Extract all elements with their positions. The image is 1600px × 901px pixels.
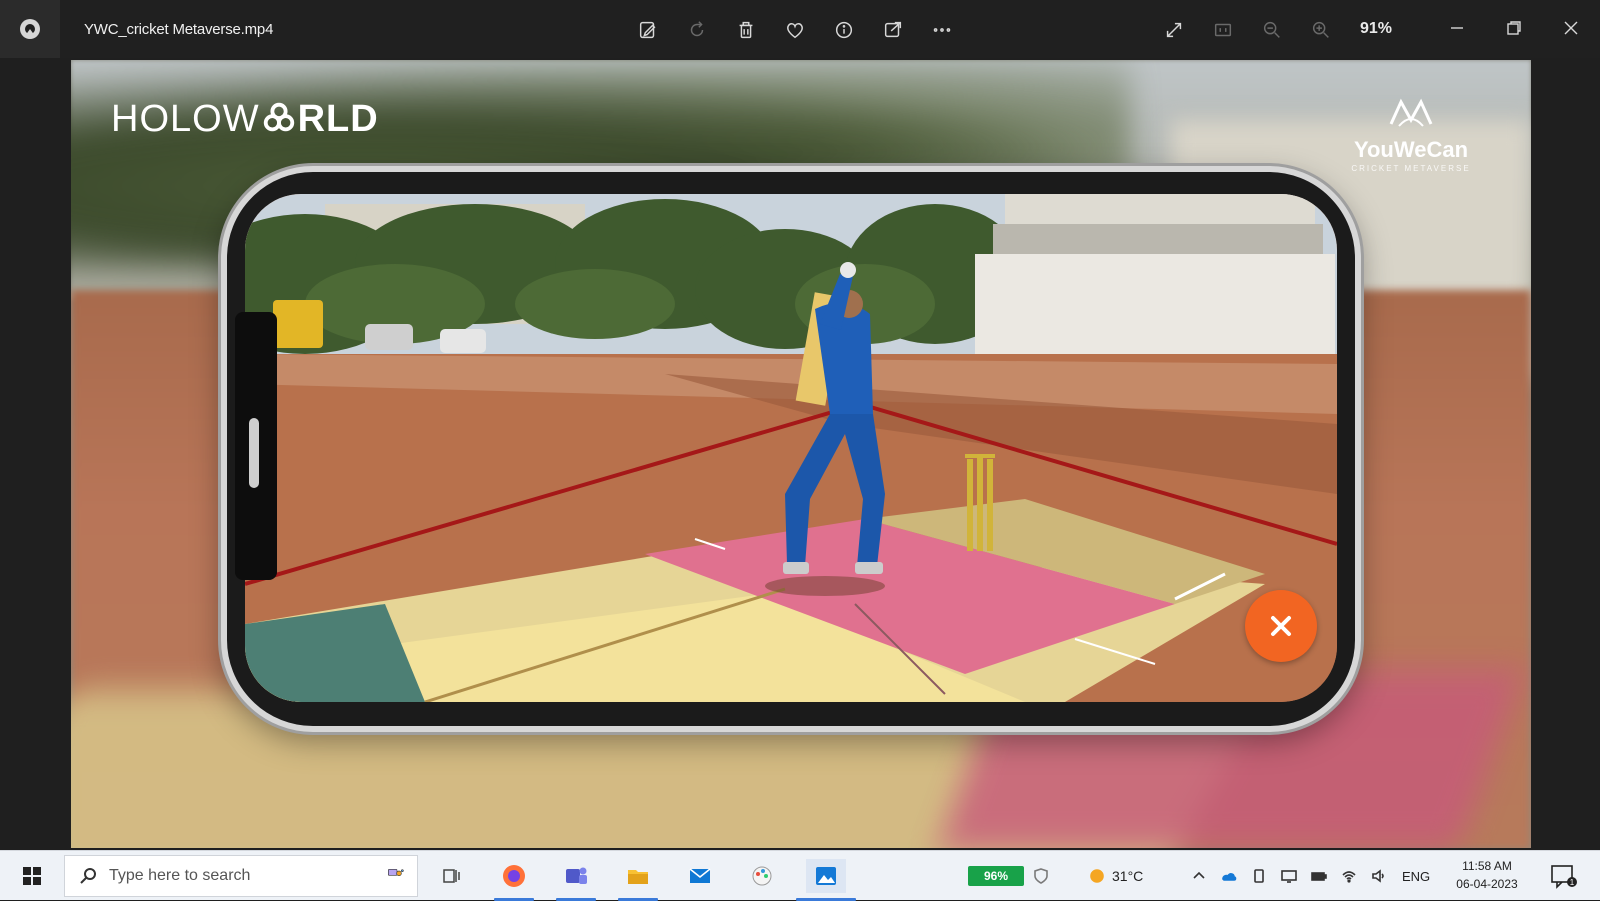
file-name: YWC_cricket Metaverse.mp4 bbox=[84, 21, 274, 38]
weather-icon[interactable] bbox=[1086, 865, 1108, 887]
chevron-up-icon[interactable] bbox=[1188, 865, 1210, 887]
youwecan-crest-icon bbox=[1389, 98, 1433, 127]
firefox-icon[interactable] bbox=[494, 859, 534, 901]
zoom-out-icon[interactable] bbox=[1256, 14, 1288, 46]
phone-home-bar bbox=[249, 418, 259, 488]
start-button[interactable] bbox=[14, 859, 50, 893]
rotate-icon[interactable] bbox=[681, 14, 713, 46]
teams-icon[interactable] bbox=[556, 859, 596, 901]
monitor-icon[interactable] bbox=[1278, 865, 1300, 887]
clock-date: 06-04-2023 bbox=[1456, 877, 1518, 891]
language-indicator[interactable]: ENG bbox=[1402, 869, 1430, 884]
taskbar: Type here to search 96% 31°C ENG 11:58 A… bbox=[0, 850, 1600, 901]
logo-text-start: HOLOW bbox=[111, 98, 260, 140]
phone-frame bbox=[221, 166, 1361, 732]
clock-time: 11:58 AM bbox=[1462, 859, 1512, 873]
delete-icon[interactable] bbox=[730, 14, 762, 46]
youwecan-title: YouWeCan bbox=[1353, 137, 1469, 162]
notification-center-icon[interactable]: 1 bbox=[1548, 863, 1578, 889]
info-icon[interactable] bbox=[828, 14, 860, 46]
zoom-level[interactable]: 91% bbox=[1360, 20, 1392, 38]
restore-icon[interactable] bbox=[1494, 10, 1534, 46]
ar-camera-view bbox=[245, 194, 1337, 702]
taskbar-clock[interactable]: 11:58 AM 06-04-2023 bbox=[1447, 857, 1527, 893]
favorite-icon[interactable] bbox=[779, 14, 811, 46]
file-explorer-icon[interactable] bbox=[618, 859, 658, 901]
youwecan-logo: YouWeCan CRICKET METAVERSE bbox=[1321, 94, 1501, 173]
paint-icon[interactable] bbox=[742, 859, 782, 893]
taskbar-search[interactable]: Type here to search bbox=[64, 855, 418, 897]
wifi-icon[interactable] bbox=[1338, 865, 1360, 887]
battery-icon[interactable] bbox=[1308, 865, 1330, 887]
logo-text-end: RLD bbox=[297, 98, 379, 140]
photos-app-icon[interactable] bbox=[0, 0, 60, 58]
holoworld-knot-icon bbox=[263, 102, 294, 132]
title-bar: YWC_cricket Metaverse.mp4 91% bbox=[0, 0, 1600, 58]
more-icon[interactable] bbox=[926, 14, 958, 46]
photos-icon[interactable] bbox=[796, 859, 856, 901]
search-icon bbox=[80, 868, 96, 884]
task-view-icon[interactable] bbox=[432, 859, 472, 893]
youwecan-subtitle: CRICKET METAVERSE bbox=[1351, 164, 1471, 173]
zoom-in-icon[interactable] bbox=[1305, 14, 1337, 46]
minimize-icon[interactable] bbox=[1437, 10, 1477, 46]
svg-text:1: 1 bbox=[1570, 878, 1575, 887]
fullscreen-icon[interactable] bbox=[1158, 14, 1190, 46]
edit-icon[interactable] bbox=[632, 14, 664, 46]
search-highlight-icon bbox=[388, 869, 404, 876]
fit-icon[interactable] bbox=[1207, 14, 1239, 46]
mail-icon[interactable] bbox=[680, 859, 720, 893]
onedrive-icon[interactable] bbox=[1218, 865, 1240, 887]
close-icon bbox=[1271, 616, 1291, 636]
weather-temperature[interactable]: 31°C bbox=[1112, 868, 1143, 884]
share-icon[interactable] bbox=[877, 14, 909, 46]
volume-icon[interactable] bbox=[1368, 865, 1390, 887]
close-icon[interactable] bbox=[1551, 10, 1591, 46]
search-placeholder: Type here to search bbox=[109, 867, 251, 884]
device-icon[interactable] bbox=[1248, 865, 1270, 887]
close-ar-button[interactable] bbox=[1245, 590, 1317, 662]
ar-scene bbox=[245, 194, 1337, 702]
battery-indicator[interactable]: 96% bbox=[968, 866, 1024, 886]
holoworld-logo: HOLOW RLD bbox=[111, 98, 379, 141]
media-viewport: HOLOW RLD YouWeCan CRICKET METAVERSE bbox=[0, 58, 1600, 850]
video-frame[interactable]: HOLOW RLD YouWeCan CRICKET METAVERSE bbox=[71, 60, 1531, 848]
shield-icon[interactable] bbox=[1030, 865, 1052, 887]
windows-icon bbox=[23, 867, 41, 885]
